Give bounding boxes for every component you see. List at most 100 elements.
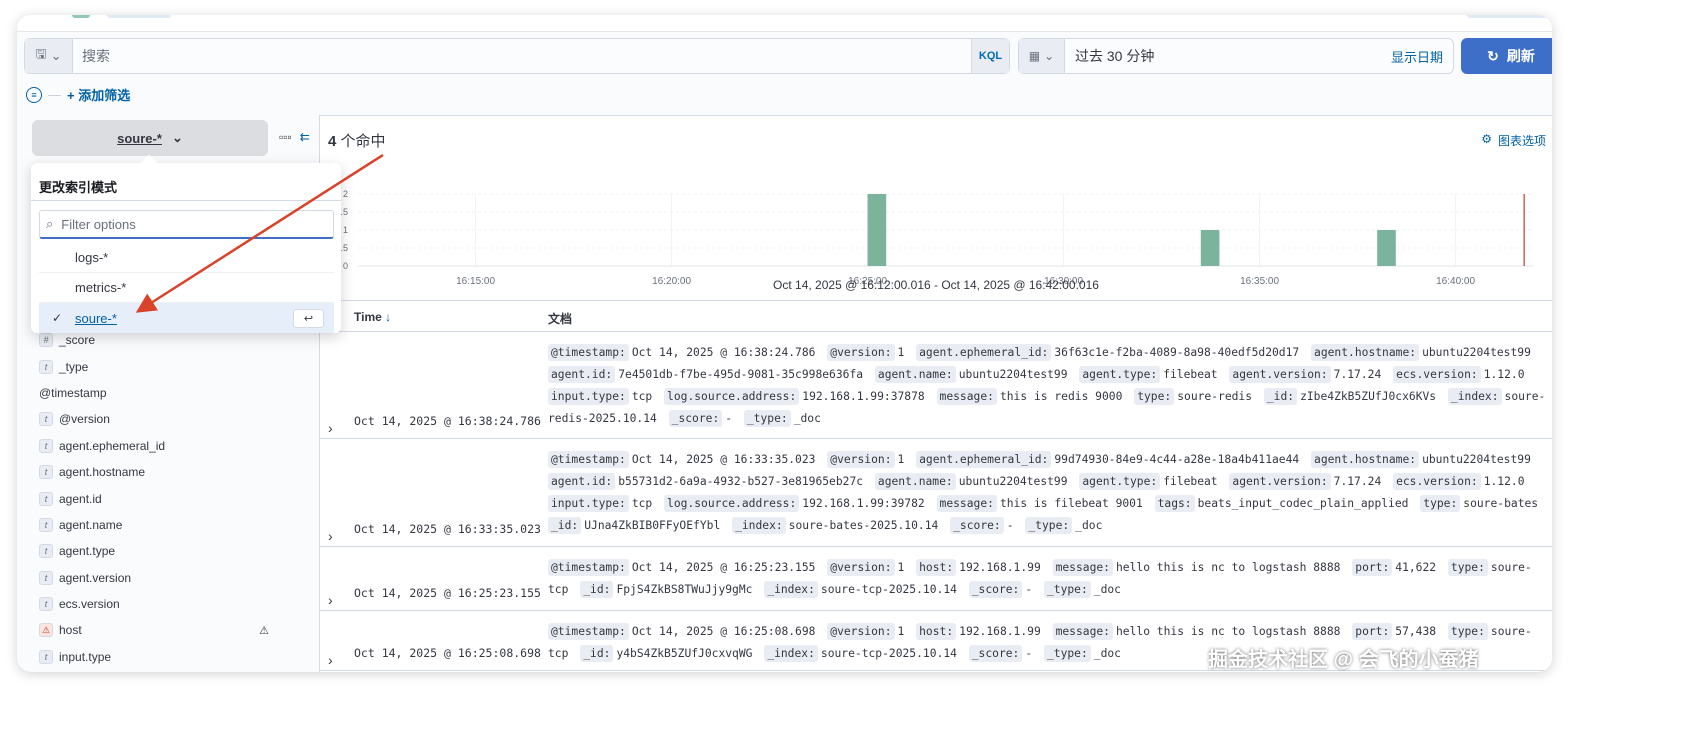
field-value: filebeat xyxy=(1163,368,1218,381)
field-key: log.source.address: xyxy=(664,388,800,405)
field-value: 1 xyxy=(897,625,905,638)
field-item[interactable]: ⚠ host ⚠ xyxy=(39,617,269,643)
field-key: message: xyxy=(1052,623,1113,640)
field-key: _id: xyxy=(1263,388,1298,405)
field-key: tags: xyxy=(1154,495,1195,512)
index-option[interactable]: ✓ soure-* ↩ xyxy=(39,303,334,333)
field-value: soure-redis xyxy=(1177,390,1253,403)
row-document: @timestamp: Oct 14, 2025 @ 16:25:23.155 @… xyxy=(548,557,1548,601)
field-value: 57,438 xyxy=(1395,625,1437,638)
chart-options-label: 图表选项 xyxy=(1497,134,1546,148)
field-value: ubuntu2204test99 xyxy=(958,368,1068,381)
field-value: soure-bates-2025.10.14 xyxy=(788,519,939,532)
field-key: agent.hostname: xyxy=(1311,344,1420,361)
field-key: input.type: xyxy=(548,388,629,405)
tab-stub[interactable] xyxy=(107,15,171,18)
field-key: agent.type: xyxy=(1079,366,1161,383)
field-item[interactable]: t agent.hostname xyxy=(39,459,269,485)
search-icon: ⌕ xyxy=(46,216,54,231)
chart-options-button[interactable]: ⚙ 图表选项 xyxy=(1481,132,1546,149)
sort-desc-icon[interactable]: ↓ xyxy=(385,310,391,324)
field-item[interactable]: t agent.id xyxy=(39,485,269,511)
text-type-icon: t xyxy=(39,570,53,585)
field-key: _index: xyxy=(764,581,818,598)
field-key: _score: xyxy=(968,581,1023,598)
expand-row-icon[interactable]: › xyxy=(328,528,333,544)
y-tick-label: 1 xyxy=(343,225,348,235)
field-name: host xyxy=(59,623,82,638)
field-key: ecs.version: xyxy=(1393,366,1481,383)
date-range[interactable]: 过去 30 分钟 xyxy=(1065,46,1391,66)
field-item[interactable]: t _type xyxy=(39,353,269,379)
field-value: 99d74930-84e9-4c44-a28e-18a4b411ae44 xyxy=(1054,453,1300,466)
quick-menu-button[interactable]: ▦ ⌄ xyxy=(1019,39,1065,73)
field-item[interactable]: t input.type xyxy=(39,644,269,670)
gear-icon: ⚙ xyxy=(1481,132,1492,146)
date-range-label: Oct 14, 2025 @ 16:12:00.016 - Oct 14, 20… xyxy=(773,278,1099,292)
field-value: Oct 14, 2025 @ 16:33:35.023 xyxy=(631,453,816,466)
text-type-icon: t xyxy=(39,438,53,453)
index-pattern-label: soure-* xyxy=(117,130,162,146)
field-key: type: xyxy=(1420,495,1461,512)
field-key: message: xyxy=(936,388,997,405)
field-item[interactable]: t @version xyxy=(39,406,269,432)
table-row: › Oct 14, 2025 @ 16:38:24.786 @timestamp: O… xyxy=(320,332,1552,439)
field-value: ubuntu2204test99 xyxy=(1422,453,1531,466)
time-column-header[interactable]: Time ↓ xyxy=(354,310,391,324)
field-key: port: xyxy=(1352,623,1393,640)
collapse-sidebar-icon[interactable]: ⇇ xyxy=(300,130,310,144)
more-options-icon[interactable]: ▫▫▫ xyxy=(279,130,292,144)
field-value: ubuntu2204test99 xyxy=(1422,346,1531,359)
field-item[interactable]: t agent.version xyxy=(39,565,269,591)
index-option[interactable]: logs-* xyxy=(39,243,334,273)
expand-row-icon[interactable]: › xyxy=(328,652,333,668)
top-strip xyxy=(17,15,1552,32)
document-column-header: 文档 xyxy=(548,312,573,326)
saved-query-button[interactable]: 🖫 ⌄ xyxy=(25,39,73,73)
field-value: 192.168.1.99:39782 xyxy=(802,497,925,510)
field-value: tcp xyxy=(631,497,653,510)
field-value: UJna4ZkBIB0FFyOEfYbl xyxy=(584,519,721,532)
field-item[interactable]: t agent.type xyxy=(39,538,269,564)
histogram-chart[interactable]: 00.511.5216:15:00 16:20:00 16:25:00 16:30:0… xyxy=(320,166,1552,316)
field-value: _doc xyxy=(1075,519,1103,532)
expand-row-icon[interactable]: › xyxy=(328,420,333,436)
field-item[interactable]: t agent.ephemeral_id xyxy=(39,433,269,459)
field-value: filebeat xyxy=(1163,475,1218,488)
field-value: 7.17.24 xyxy=(1333,368,1382,381)
text-type-icon: t xyxy=(39,412,53,427)
tab-stub[interactable] xyxy=(1467,15,1552,18)
field-item[interactable]: t ecs.version xyxy=(39,591,269,617)
field-item[interactable]: ▦@timestamp xyxy=(39,380,1054,417)
field-key: agent.name: xyxy=(874,366,956,383)
index-option[interactable]: metrics-* xyxy=(39,273,334,303)
add-filter-button[interactable]: + 添加筛选 xyxy=(67,85,130,104)
watermark: 掘金技术社区 @ 会飞的小蚕猪 xyxy=(1208,649,1479,671)
expand-row-icon[interactable]: › xyxy=(328,592,333,608)
field-value: this is redis 9000 xyxy=(999,390,1123,403)
search-input[interactable]: 搜索 xyxy=(73,46,971,66)
option-label: soure-* xyxy=(75,310,117,326)
field-key: _type: xyxy=(743,410,791,427)
row-time: Oct 14, 2025 @ 16:33:35.023 xyxy=(354,522,541,536)
field-value: 1 xyxy=(897,453,905,466)
refresh-button[interactable]: ↻ 刷新 xyxy=(1461,38,1552,74)
field-key: @version: xyxy=(827,344,895,361)
field-key: @version: xyxy=(827,623,895,640)
refresh-icon: ↻ xyxy=(1487,47,1499,64)
show-dates-link[interactable]: 显示日期 xyxy=(1391,47,1453,66)
kql-button[interactable]: KQL xyxy=(971,39,1009,73)
chevron-down-icon: ⌄ xyxy=(50,48,62,63)
field-item[interactable]: t agent.name xyxy=(39,512,269,538)
field-key: _id: xyxy=(580,581,614,598)
row-time: Oct 14, 2025 @ 16:25:23.155 xyxy=(354,586,541,600)
filter-icon[interactable]: ≡ xyxy=(26,86,42,103)
filter-options-input[interactable]: ⌕ Filter options xyxy=(39,210,334,239)
field-value: - xyxy=(1025,583,1033,596)
chevron-down-icon: ⌄ xyxy=(171,130,183,145)
index-pattern-selector[interactable]: soure-* ⌄ xyxy=(32,120,268,156)
discover-window: 🖫 ⌄ 搜索 KQL ▦ ⌄ 过去 30 分钟 显示日期 ↻ 刷新 ≡ — + 添加筛… xyxy=(17,15,1552,672)
field-value: 41,622 xyxy=(1395,561,1437,574)
warning-type-icon: ⚠ xyxy=(39,623,53,638)
field-value: 1 xyxy=(897,346,905,359)
